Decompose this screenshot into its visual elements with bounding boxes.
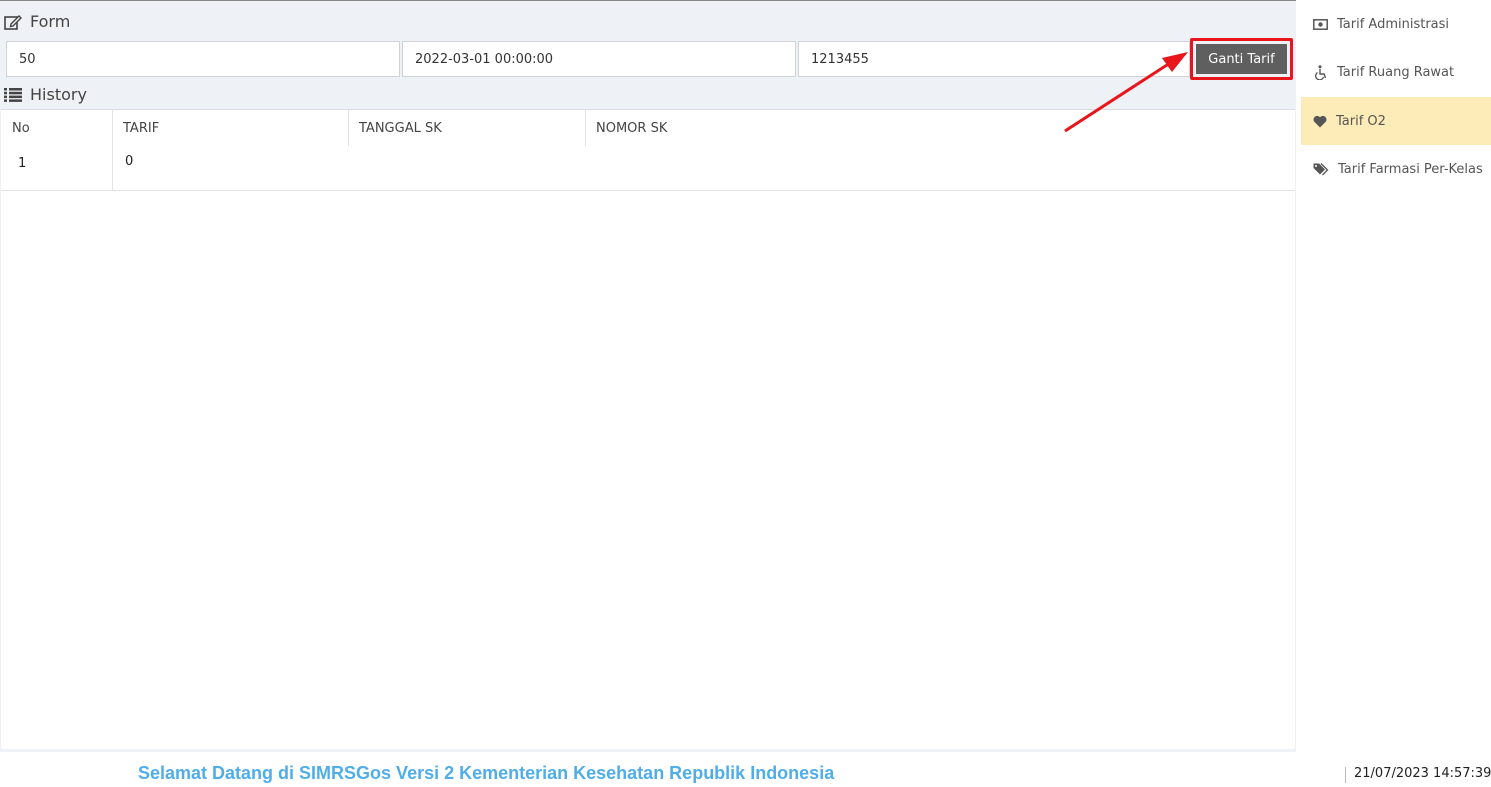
nomor-sk-input-value: 1213455 (811, 51, 869, 67)
sidebar-item-tarif-ruang-rawat[interactable]: Tarif Ruang Rawat (1301, 48, 1491, 96)
column-header-tarif[interactable]: TARIF (112, 110, 348, 146)
ganti-tarif-highlight: Ganti Tarif (1190, 38, 1293, 80)
tarif-input[interactable]: 50 (6, 41, 400, 77)
sidebar-item-tarif-farmasi-per-kelas[interactable]: Tarif Farmasi Per-Kelas (1301, 145, 1491, 193)
footer-divider (1345, 767, 1346, 783)
column-divider (112, 110, 113, 190)
ganti-tarif-button[interactable]: Ganti Tarif (1196, 44, 1287, 74)
column-header-tanggal-sk[interactable]: TANGGAL SK (348, 110, 585, 146)
list-icon (4, 87, 22, 102)
sidebar-item-tarif-administrasi[interactable]: Tarif Administrasi (1301, 0, 1491, 48)
sidebar-item-label: Tarif Administrasi (1337, 16, 1450, 32)
annotation-arrow (1064, 52, 1188, 133)
tarif-input-value: 50 (19, 51, 36, 67)
sidebar-item-label: Tarif Farmasi Per-Kelas (1338, 161, 1483, 177)
status-bar: Selamat Datang di SIMRSGos Versi 2 Kemen… (0, 752, 1491, 787)
history-section-header: History (4, 85, 87, 104)
row-divider (1, 190, 1295, 191)
welcome-marquee: Selamat Datang di SIMRSGos Versi 2 Kemen… (138, 763, 835, 783)
history-title: History (30, 85, 87, 104)
form-section-header: Form (4, 12, 70, 31)
cell-tarif: 0 (125, 154, 134, 169)
tanggal-sk-input-value: 2022-03-01 00:00:00 (415, 51, 554, 67)
edit-icon (4, 14, 22, 30)
column-divider (585, 110, 586, 146)
money-icon (1313, 18, 1328, 30)
tanggal-sk-input[interactable]: 2022-03-01 00:00:00 (402, 41, 796, 77)
cell-no: 1 (18, 156, 27, 171)
datetime-display: 21/07/2023 14:57:39 (1354, 766, 1491, 781)
tarif-sidebar: Tarif Administrasi Tarif Ruang Rawat Tar… (1301, 0, 1491, 752)
sidebar-item-tarif-o2[interactable]: Tarif O2 (1301, 97, 1491, 145)
heart-icon (1313, 115, 1327, 127)
column-header-nomor-sk[interactable]: NOMOR SK (585, 110, 885, 146)
tags-icon (1313, 162, 1329, 175)
sidebar-item-label: Tarif O2 (1336, 113, 1386, 129)
column-divider (348, 110, 349, 146)
history-table: No TARIF TANGGAL SK NOMOR SK 1 0 (1, 109, 1295, 749)
column-header-no[interactable]: No (1, 110, 112, 146)
sidebar-item-label: Tarif Ruang Rawat (1337, 64, 1455, 80)
form-title: Form (30, 12, 71, 31)
wheelchair-icon (1315, 64, 1327, 80)
